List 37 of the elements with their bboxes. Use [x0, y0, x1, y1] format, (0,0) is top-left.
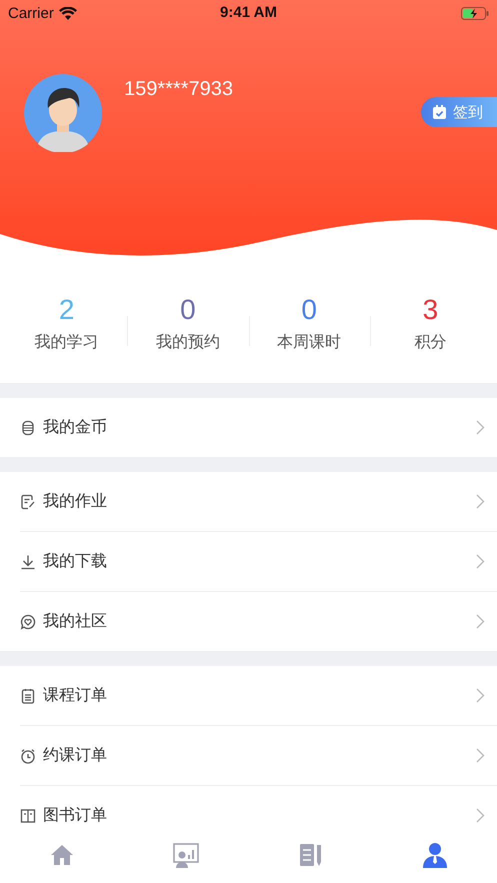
chevron-right-icon	[476, 554, 485, 569]
stat-value: 3	[422, 294, 438, 326]
person-icon	[420, 841, 449, 869]
stat-label: 本周课时	[277, 332, 342, 353]
stat-value: 2	[58, 294, 74, 326]
menu-item[interactable]: 我的下载	[20, 531, 497, 591]
chevron-right-icon	[476, 420, 485, 435]
battery-icon	[461, 6, 489, 20]
edit-document-icon	[20, 494, 36, 510]
stat-label: 我的预约	[156, 332, 220, 353]
menu-item[interactable]: 课程订单	[0, 666, 497, 725]
chevron-right-icon	[476, 808, 485, 823]
chevron-right-icon	[476, 688, 485, 703]
chat-heart-icon	[20, 614, 36, 630]
clock-time: 9:41 AM	[220, 4, 277, 21]
avatar[interactable]	[24, 74, 102, 152]
download-icon	[20, 554, 36, 570]
menu-item[interactable]: 我的作业	[0, 472, 497, 531]
stat-value: 0	[180, 294, 196, 326]
wifi-icon	[58, 6, 77, 20]
chevron-right-icon	[476, 494, 485, 509]
clipboard-icon	[20, 688, 36, 704]
presentation-icon	[172, 841, 200, 869]
menu-item[interactable]: 我的金币	[0, 398, 497, 457]
book-icon	[20, 808, 36, 824]
alarm-clock-icon	[20, 748, 36, 764]
menu-item[interactable]: 约课订单	[20, 725, 497, 785]
calendar-icon	[433, 105, 446, 119]
stat-label: 我的学习	[34, 332, 99, 353]
stat-label: 积分	[414, 333, 446, 353]
chevron-right-icon	[476, 748, 485, 763]
menu-item[interactable]: 我的社区	[20, 591, 497, 651]
stat-value: 0	[301, 294, 317, 326]
coins-icon	[20, 420, 36, 436]
carrier-label: Carrier	[8, 4, 54, 22]
chevron-right-icon	[476, 614, 485, 629]
phone-number: 159****7933	[124, 78, 233, 101]
